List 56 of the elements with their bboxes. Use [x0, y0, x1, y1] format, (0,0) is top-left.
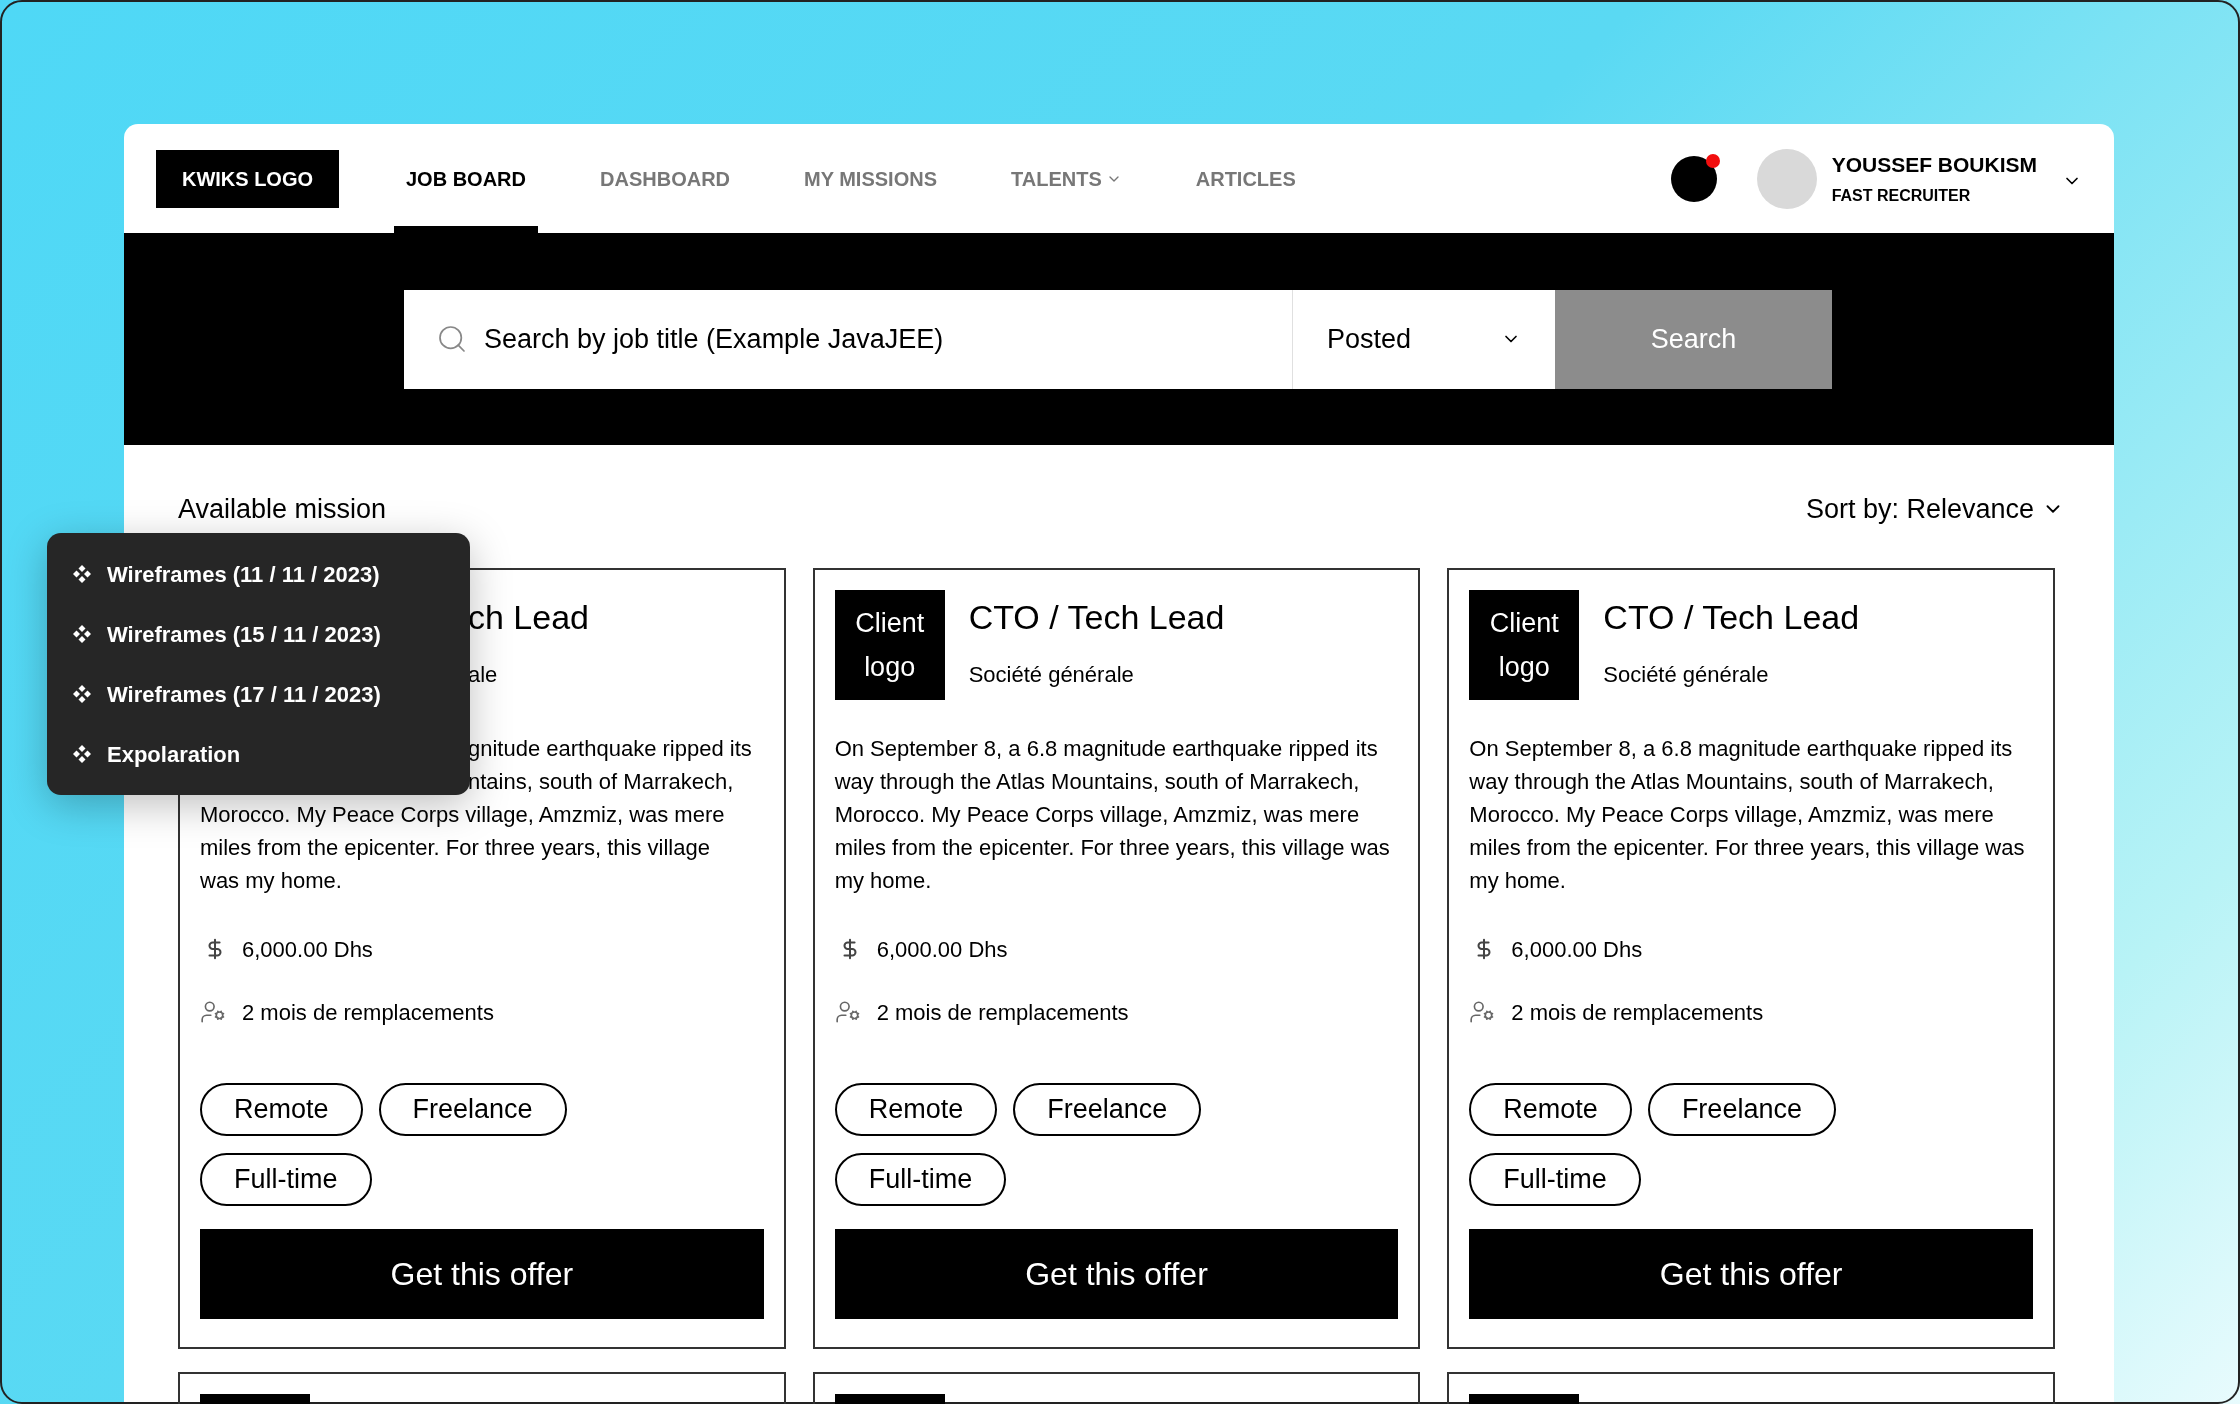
- nav-tab[interactable]: ARTICLES: [1183, 124, 1308, 233]
- notification-icon[interactable]: [1670, 155, 1717, 202]
- salary-text: 6,000.00 Dhs: [876, 935, 1008, 964]
- tag-pill: Freelance: [1647, 1082, 1836, 1136]
- posted-dropdown[interactable]: Posted: [1293, 289, 1555, 389]
- salary-text: 6,000.00 Dhs: [1511, 935, 1643, 964]
- company-text: ale: [468, 661, 499, 689]
- description-text: ntains, south of Marrakech,: [468, 768, 734, 794]
- duration-text: 2 mois de remplacements: [876, 998, 1129, 1027]
- user-role: FAST RECRUITER: [1831, 186, 1972, 207]
- tag-pill: Full-time: [200, 1152, 372, 1206]
- sort-dropdown[interactable]: Sort by: Relevance: [1805, 489, 2064, 530]
- section-title: Available mission: [178, 493, 387, 526]
- component-icon: [72, 564, 92, 584]
- get-offer-button[interactable]: Get this offer: [200, 1228, 764, 1319]
- description-text: miles from the epicenter. For three years, this village: [200, 834, 710, 860]
- duration-text: 2 mois de remplacements: [242, 998, 494, 1027]
- user-gear-icon: [1469, 999, 1496, 1025]
- job-title: ch Lead: [468, 596, 590, 638]
- component-icon: [72, 684, 92, 704]
- nav-tab[interactable]: TALENTS: [999, 124, 1134, 233]
- menu-item[interactable]: Wireframes (11 / 11 / 2023): [107, 557, 380, 591]
- get-offer-button[interactable]: Get this offer: [834, 1228, 1399, 1319]
- description-text: gnitude earthquake ripped its: [468, 735, 752, 761]
- tag-pill: Freelance: [1013, 1082, 1202, 1136]
- description-text: was my home.: [200, 867, 342, 893]
- duration-text: 2 mois de remplacements: [1511, 998, 1764, 1027]
- component-icon: [72, 744, 92, 764]
- tag-pill: Full-time: [834, 1152, 1007, 1206]
- component-icon: [72, 624, 92, 644]
- client-logo: Client logo: [1469, 589, 1580, 700]
- description-text: On September 8, a 6.8 magnitude earthquake ripped its way through the Atlas Mountains, south of Marrakech, Morocco. My Peace Corps village, Amzmiz, was mere miles from the epicenter. For three years, this village was my home.: [834, 734, 1391, 895]
- salary-text: 6,000.00 Dhs: [242, 935, 373, 964]
- user-gear-icon: [834, 999, 861, 1025]
- search-field[interactable]: Search by job title (Example JavaJEE): [404, 289, 1292, 389]
- user-gear-icon: [200, 999, 226, 1025]
- client-logo: Client logo: [834, 589, 945, 700]
- nav-tab[interactable]: DASHBOARD: [588, 124, 742, 233]
- description-text: On September 8, a 6.8 magnitude earthquake ripped its way through the Atlas Mountains, south of Marrakech, Morocco. My Peace Corps village, Amzmiz, was mere miles from the epicenter. For three years, this village was my home.: [1469, 734, 2026, 895]
- tag-pill: Remote: [834, 1082, 998, 1136]
- job-title: CTO / Tech Lead: [968, 596, 1225, 638]
- menu-item[interactable]: Wireframes (15 / 11 / 2023): [107, 617, 381, 651]
- brand-logo[interactable]: KWIKS LOGO: [156, 149, 339, 208]
- menu-item[interactable]: Wireframes (17 / 11 / 2023): [107, 677, 381, 711]
- menu-item[interactable]: Expolaration: [107, 737, 241, 771]
- company-text: Société générale: [968, 661, 1135, 689]
- user-name: YOUSSEF BOUKISM: [1831, 151, 2037, 178]
- company-text: Société générale: [1603, 661, 1770, 689]
- job-title: CTO / Tech Lead: [1603, 596, 1860, 638]
- description-text: Morocco. My Peace Corps village, Amzmiz, was mere: [200, 801, 725, 827]
- tag-pill: Remote: [200, 1082, 363, 1136]
- tag-pill: Remote: [1469, 1082, 1632, 1136]
- nav-tab[interactable]: MY MISSIONS: [792, 124, 949, 233]
- tag-pill: Full-time: [1469, 1152, 1641, 1206]
- get-offer-button[interactable]: Get this offer: [1469, 1228, 2033, 1319]
- tag-pill: Freelance: [378, 1082, 567, 1136]
